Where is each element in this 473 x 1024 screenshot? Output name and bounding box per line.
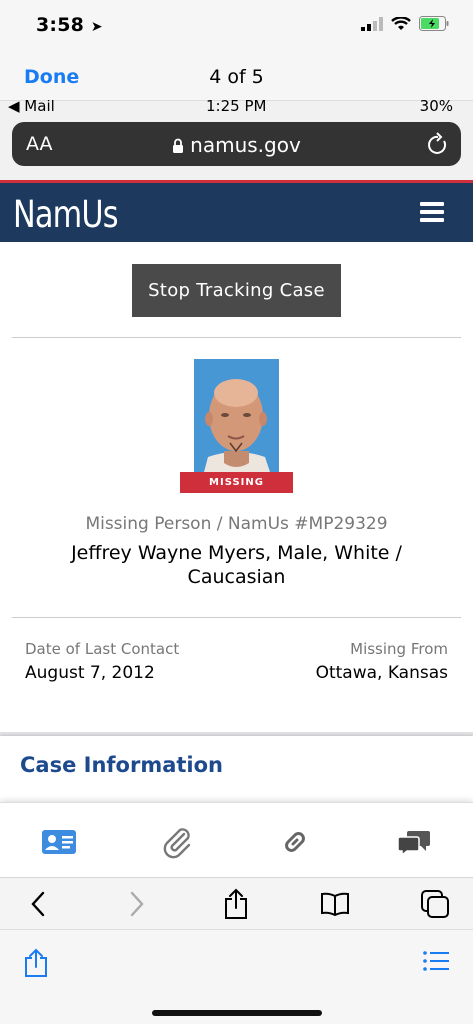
cellular-signal-icon: [361, 16, 383, 31]
inner-back-app: ◀ Mail: [8, 100, 55, 115]
reload-icon[interactable]: [427, 132, 449, 156]
back-button[interactable]: [22, 887, 54, 921]
screenshot-image: ◀ Mail 1:25 PM 30% AA namus.gov NamUs St…: [0, 100, 473, 802]
chat-bubbles-icon: [397, 831, 430, 856]
lock-icon: [173, 138, 184, 153]
divider: [12, 337, 461, 338]
link-icon: [285, 832, 305, 852]
stop-tracking-button[interactable]: Stop Tracking Case: [132, 264, 341, 317]
section-tab-bar: [0, 802, 473, 877]
namus-logo[interactable]: NamUs: [13, 193, 119, 236]
case-information-card[interactable]: Case Information: [0, 736, 473, 802]
tab-comments[interactable]: [396, 825, 432, 859]
tabs-icon: [421, 890, 449, 918]
status-icons: [361, 16, 449, 31]
missing-from-value: Ottawa, Kansas: [315, 663, 448, 683]
menu-icon[interactable]: [420, 202, 444, 222]
page-counter: 4 of 5: [209, 66, 264, 88]
inner-battery: 30%: [419, 100, 453, 115]
url-domain: namus.gov: [12, 133, 461, 157]
status-badge: MISSING: [180, 472, 293, 493]
home-indicator[interactable]: [152, 1010, 322, 1016]
browser-address-area: AA namus.gov: [0, 114, 473, 180]
photo-viewer-toolbar: [0, 929, 473, 1024]
bookmarks-button[interactable]: [319, 887, 351, 921]
location-arrow-icon: ➤: [90, 19, 103, 35]
chevron-right-icon: [130, 891, 144, 917]
inner-status-bar: ◀ Mail 1:25 PM 30%: [0, 100, 473, 115]
id-card-icon: [42, 830, 76, 854]
person-name-line-1: Jeffrey Wayne Myers, Male, White /: [71, 542, 402, 564]
status-time: 3:58 ➤: [36, 14, 103, 36]
chevron-left-icon: [31, 891, 45, 917]
inner-time: 1:25 PM: [206, 100, 267, 115]
forward-button[interactable]: [121, 887, 153, 921]
paperclip-icon: [163, 828, 191, 859]
tabs-button[interactable]: [419, 887, 451, 921]
missing-from-label: Missing From: [350, 640, 448, 658]
browser-toolbar: [0, 877, 473, 929]
wifi-icon: [391, 16, 411, 30]
person-photo: [194, 359, 279, 472]
share-button[interactable]: [220, 887, 252, 921]
case-summary: Stop Tracking Case MISSING Missing Perso…: [0, 242, 473, 732]
case-number: Missing Person / NamUs #MP29329: [85, 514, 388, 534]
site-header: NamUs: [0, 183, 473, 242]
address-bar[interactable]: AA namus.gov: [12, 122, 461, 166]
battery-icon: [419, 16, 449, 31]
case-information-heading: Case Information: [20, 753, 223, 777]
person-name-line-2: Caucasian: [187, 566, 286, 588]
last-contact-value: August 7, 2012: [25, 663, 155, 683]
divider: [12, 617, 461, 618]
share-icon: [225, 888, 247, 919]
tab-case-details[interactable]: [41, 825, 77, 859]
tab-attachments[interactable]: [159, 825, 195, 859]
photo-viewer-header: Done 4 of 5: [0, 50, 473, 100]
outer-status-bar: 3:58 ➤: [0, 0, 473, 50]
tab-links[interactable]: [277, 825, 313, 859]
book-icon: [321, 892, 349, 916]
person-name: Jeffrey Wayne Myers, Male, White / Cauca…: [40, 541, 433, 589]
share-icon[interactable]: [24, 948, 48, 978]
last-contact-label: Date of Last Contact: [25, 640, 180, 658]
list-icon[interactable]: [423, 950, 449, 972]
